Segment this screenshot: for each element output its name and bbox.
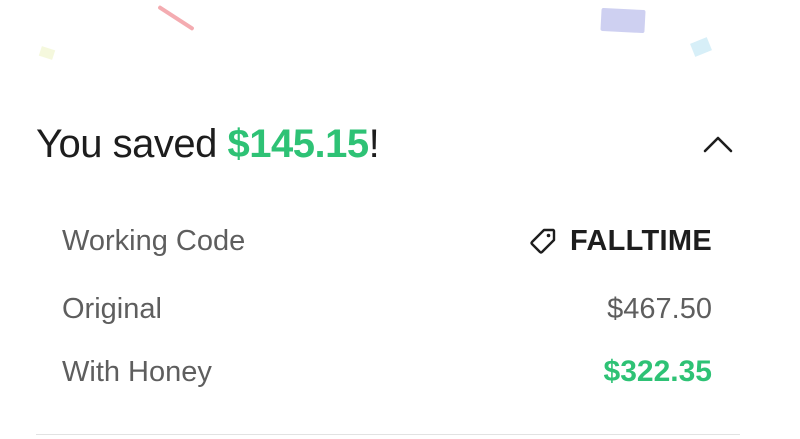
tag-icon [530,228,556,254]
original-price-row: Original $467.50 [62,289,712,329]
coupon-code: FALLTIME [528,225,712,258]
confetti-piece [38,46,56,60]
confetti-piece [690,37,712,57]
collapse-toggle-button[interactable] [698,124,738,164]
divider [36,434,740,435]
confetti-piece [600,7,646,34]
with-honey-price-value: $322.35 [603,355,712,388]
savings-title-suffix: ! [368,121,380,166]
savings-header: You saved $145.15! [36,118,746,170]
savings-title: You saved $145.15! [36,121,380,167]
confetti-piece [157,4,195,32]
with-honey-row: With Honey $322.35 [62,352,712,392]
working-code-label: Working Code [62,224,246,257]
working-code-row: Working Code FALLTIME [62,221,712,261]
coupon-code-text: FALLTIME [569,224,712,257]
savings-title-prefix: You saved [36,121,228,166]
original-price-label: Original [62,292,162,325]
original-price-value: $467.50 [607,292,712,325]
chevron-up-icon [703,136,733,153]
savings-amount: $145.15 [227,121,369,166]
with-honey-label: With Honey [62,355,212,388]
